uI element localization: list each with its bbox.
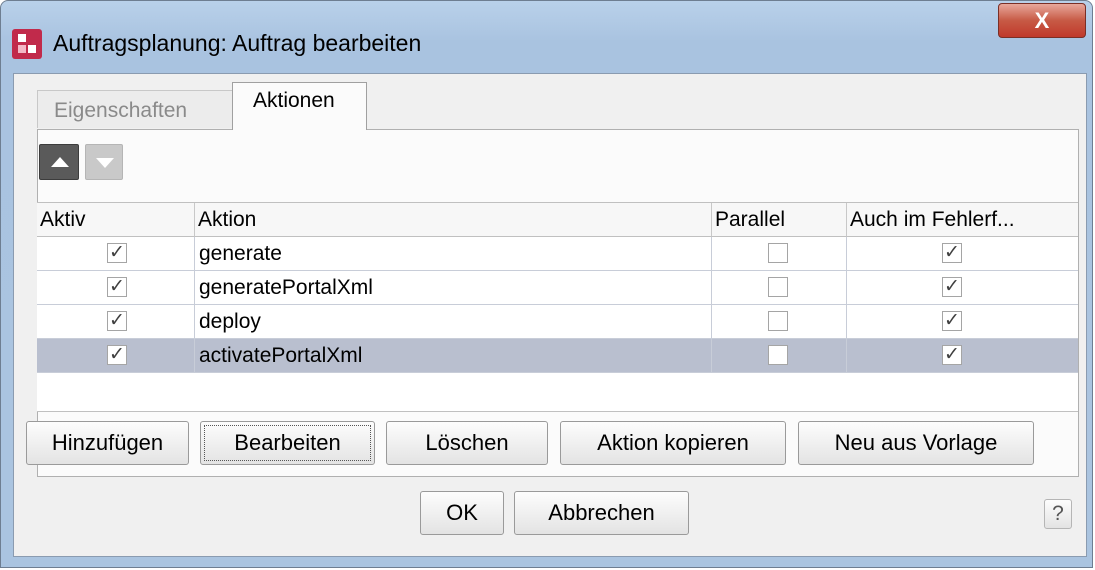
dialog-window: Auftragsplanung: Auftrag bearbeiten X Ei… [0, 0, 1093, 568]
cell-fehler: ✓ [847, 339, 1078, 372]
help-button[interactable]: ? [1044, 499, 1072, 529]
ok-button[interactable]: OK [420, 491, 504, 535]
cell-parallel [712, 339, 847, 372]
parallel-checkbox[interactable] [768, 277, 788, 297]
cell-fehler: ✓ [847, 237, 1078, 270]
parallel-checkbox[interactable] [768, 311, 788, 331]
table-row[interactable]: ✓ generatePortalXml ✓ [37, 271, 1078, 305]
aktiv-checkbox[interactable]: ✓ [107, 311, 127, 331]
new-from-template-button[interactable]: Neu aus Vorlage [798, 421, 1034, 465]
table-row[interactable]: ✓ generate ✓ [37, 237, 1078, 271]
aktiv-checkbox[interactable]: ✓ [107, 277, 127, 297]
fehler-checkbox[interactable]: ✓ [942, 277, 962, 297]
aktiv-checkbox[interactable]: ✓ [107, 243, 127, 263]
cell-aktiv: ✓ [37, 339, 195, 372]
cell-parallel [712, 305, 847, 338]
table-row[interactable]: ✓ deploy ✓ [37, 305, 1078, 339]
action-name-cell: generate [195, 237, 712, 270]
tab-eigenschaften[interactable]: Eigenschaften [37, 90, 242, 128]
fehler-checkbox[interactable]: ✓ [942, 311, 962, 331]
aktiv-checkbox[interactable]: ✓ [107, 345, 127, 365]
cancel-button[interactable]: Abbrechen [514, 491, 689, 535]
column-header-fehlerfall[interactable]: Auch im Fehlerf... [847, 203, 1078, 237]
action-name-cell: activatePortalXml [195, 339, 712, 372]
column-header-aktiv[interactable]: Aktiv [37, 203, 195, 237]
tab-aktionen[interactable]: Aktionen [232, 82, 367, 130]
actions-table: Aktiv Aktion Parallel Auch im Fehlerf...… [37, 202, 1078, 412]
parallel-checkbox[interactable] [768, 243, 788, 263]
column-header-parallel[interactable]: Parallel [712, 203, 847, 237]
cell-aktiv: ✓ [37, 271, 195, 304]
table-row[interactable]: ✓ activatePortalXml ✓ [37, 339, 1078, 373]
action-name-cell: deploy [195, 305, 712, 338]
app-icon [12, 29, 42, 59]
action-name-cell: generatePortalXml [195, 271, 712, 304]
cell-parallel [712, 271, 847, 304]
cell-aktiv: ✓ [37, 237, 195, 270]
cell-fehler: ✓ [847, 271, 1078, 304]
parallel-checkbox[interactable] [768, 345, 788, 365]
close-button[interactable]: X [998, 3, 1086, 38]
dialog-client-area: Eigenschaften Aktionen Aktiv Aktion Para… [13, 73, 1087, 557]
move-down-button[interactable] [85, 144, 123, 180]
copy-action-button[interactable]: Aktion kopieren [560, 421, 786, 465]
fehler-checkbox[interactable]: ✓ [942, 243, 962, 263]
delete-button[interactable]: Löschen [386, 421, 548, 465]
column-header-aktion[interactable]: Aktion [195, 203, 712, 237]
cell-aktiv: ✓ [37, 305, 195, 338]
fehler-checkbox[interactable]: ✓ [942, 345, 962, 365]
edit-button[interactable]: Bearbeiten [200, 421, 375, 465]
add-button[interactable]: Hinzufügen [26, 421, 189, 465]
window-title: Auftragsplanung: Auftrag bearbeiten [53, 30, 422, 56]
move-up-button[interactable] [39, 144, 79, 180]
cell-parallel [712, 237, 847, 270]
cell-fehler: ✓ [847, 305, 1078, 338]
